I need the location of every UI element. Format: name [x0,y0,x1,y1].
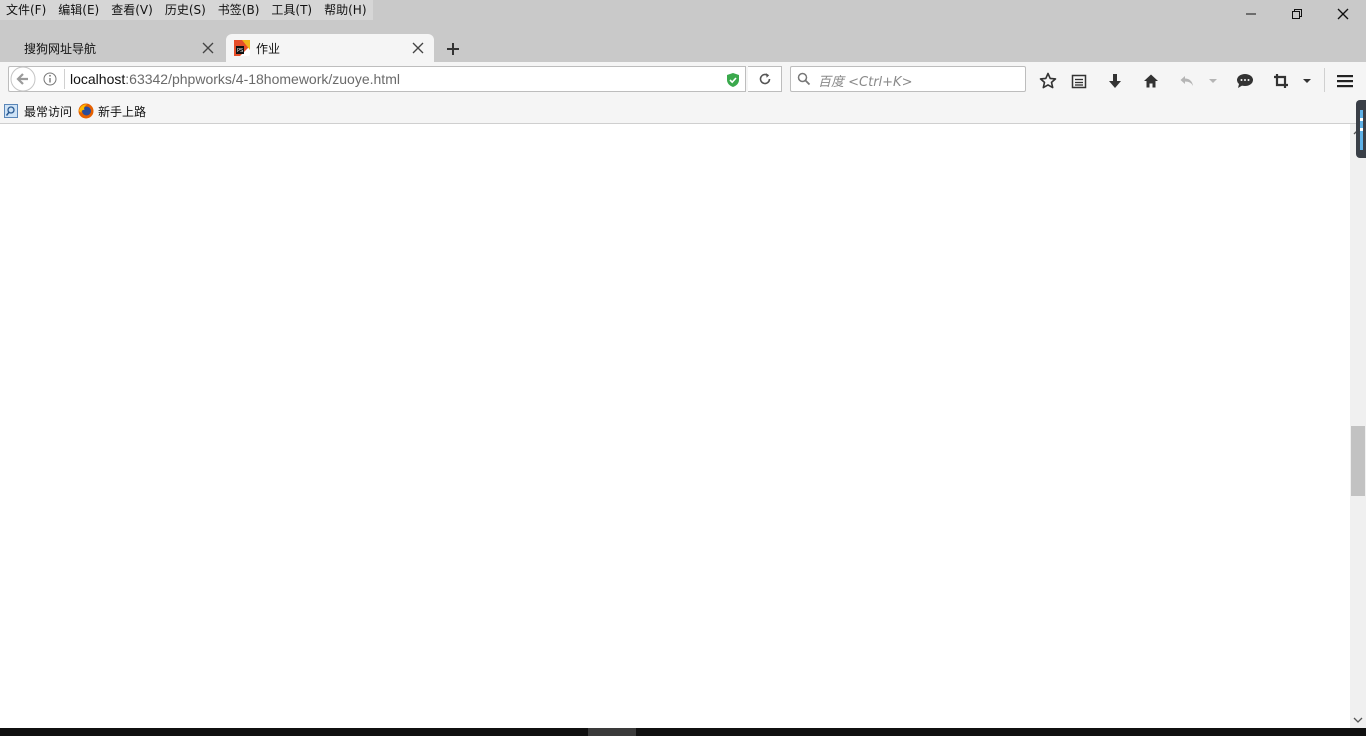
tab-close-button[interactable] [411,41,425,55]
tab-homework[interactable]: PS 作业 [226,34,434,62]
firefox-icon [78,103,94,119]
bookmark-label: 最常访问 [24,104,73,119]
menu-edit[interactable]: 编辑(E) [52,0,105,20]
url-text[interactable]: localhost:63342/phpworks/4-18homework/zu… [70,70,400,89]
taskbar-active-app[interactable] [588,728,636,736]
tab-label: 作业 [256,41,281,56]
undo-close-tab-button[interactable] [1177,71,1197,91]
meter-icon [1360,110,1363,150]
tab-close-button[interactable] [201,41,215,55]
reload-icon [759,73,770,85]
bookmarks-toolbar: 最常访问 新手上路 [0,98,1366,124]
navigation-bar: localhost:63342/phpworks/4-18homework/zu… [0,62,1366,98]
bookmark-label: 新手上路 [98,104,147,119]
url-host: localhost [70,71,126,87]
undo-dropdown-button[interactable] [1203,71,1223,91]
download-arrow-icon [1109,74,1121,88]
menu-bookmarks[interactable]: 书签(B) [212,0,266,20]
taskbar [0,728,1366,736]
url-path: :63342/phpworks/4-18homework/zuoye.html [125,71,400,87]
open-menu-button[interactable] [1335,71,1355,91]
reload-button[interactable] [748,66,782,92]
chat-button[interactable] [1235,71,1255,91]
page-content [0,124,1350,728]
side-widget-tab[interactable] [1356,100,1366,158]
plus-icon [447,43,459,55]
restore-button[interactable] [1274,0,1320,28]
downloads-button[interactable] [1105,71,1125,91]
back-arrow-icon [10,66,36,92]
bookmark-most-visited[interactable]: 最常访问 [4,102,72,120]
menu-bar: 文件(F) 编辑(E) 查看(V) 历史(S) 书签(B) 工具(T) 帮助(H… [0,0,373,20]
restore-icon [1292,9,1302,19]
hamburger-menu-icon [1337,75,1353,88]
menu-file[interactable]: 文件(F) [0,0,52,20]
menu-tools[interactable]: 工具(T) [265,0,318,20]
minimize-icon [1246,13,1256,15]
screenshot-dropdown-button[interactable] [1297,71,1317,91]
bookmark-getting-started[interactable]: 新手上路 [78,102,146,120]
chevron-down-icon [1303,79,1311,83]
back-button[interactable] [9,66,37,92]
menu-view[interactable]: 查看(V) [105,0,159,20]
window-close-button[interactable] [1320,0,1366,28]
bookmark-star-button[interactable] [1038,71,1058,91]
bookmarks-list-icon [1071,74,1087,89]
screenshot-button[interactable] [1271,71,1291,91]
site-info-icon[interactable] [43,72,57,86]
most-visited-icon [4,104,18,118]
search-icon [797,72,811,86]
tab-sogou[interactable]: 搜狗网址导航 [8,34,224,62]
menu-history[interactable]: 历史(S) [159,0,212,20]
home-icon [1144,74,1158,88]
security-shield-icon[interactable] [725,72,741,88]
url-bar[interactable]: localhost:63342/phpworks/4-18homework/zu… [8,66,746,92]
tab-label: 搜狗网址导航 [24,41,97,56]
home-button[interactable] [1141,71,1161,91]
minimize-button[interactable] [1228,0,1274,28]
scrollbar-thumb[interactable] [1351,426,1365,496]
search-bar[interactable]: 百度 <Ctrl+K> [790,66,1026,92]
close-icon [412,42,424,54]
tab-strip: 搜狗网址导航 PS 作业 [0,32,1366,62]
search-placeholder: 百度 <Ctrl+K> [818,75,913,90]
phpstorm-favicon-icon: PS [234,40,250,56]
crop-icon [1274,74,1288,88]
chevron-down-icon [1209,79,1217,83]
close-icon [202,42,214,54]
chat-bubble-icon [1237,74,1253,88]
toolbar-separator [1324,68,1325,92]
undo-icon [1180,76,1193,86]
new-tab-button[interactable] [444,40,462,58]
close-icon [1337,8,1349,20]
star-icon [1039,72,1057,89]
bookmarks-menu-button[interactable] [1069,71,1089,91]
svg-text:PS: PS [237,48,243,54]
scroll-down-arrow-icon[interactable] [1353,714,1363,724]
menu-help[interactable]: 帮助(H) [318,0,372,20]
url-separator [64,69,65,89]
